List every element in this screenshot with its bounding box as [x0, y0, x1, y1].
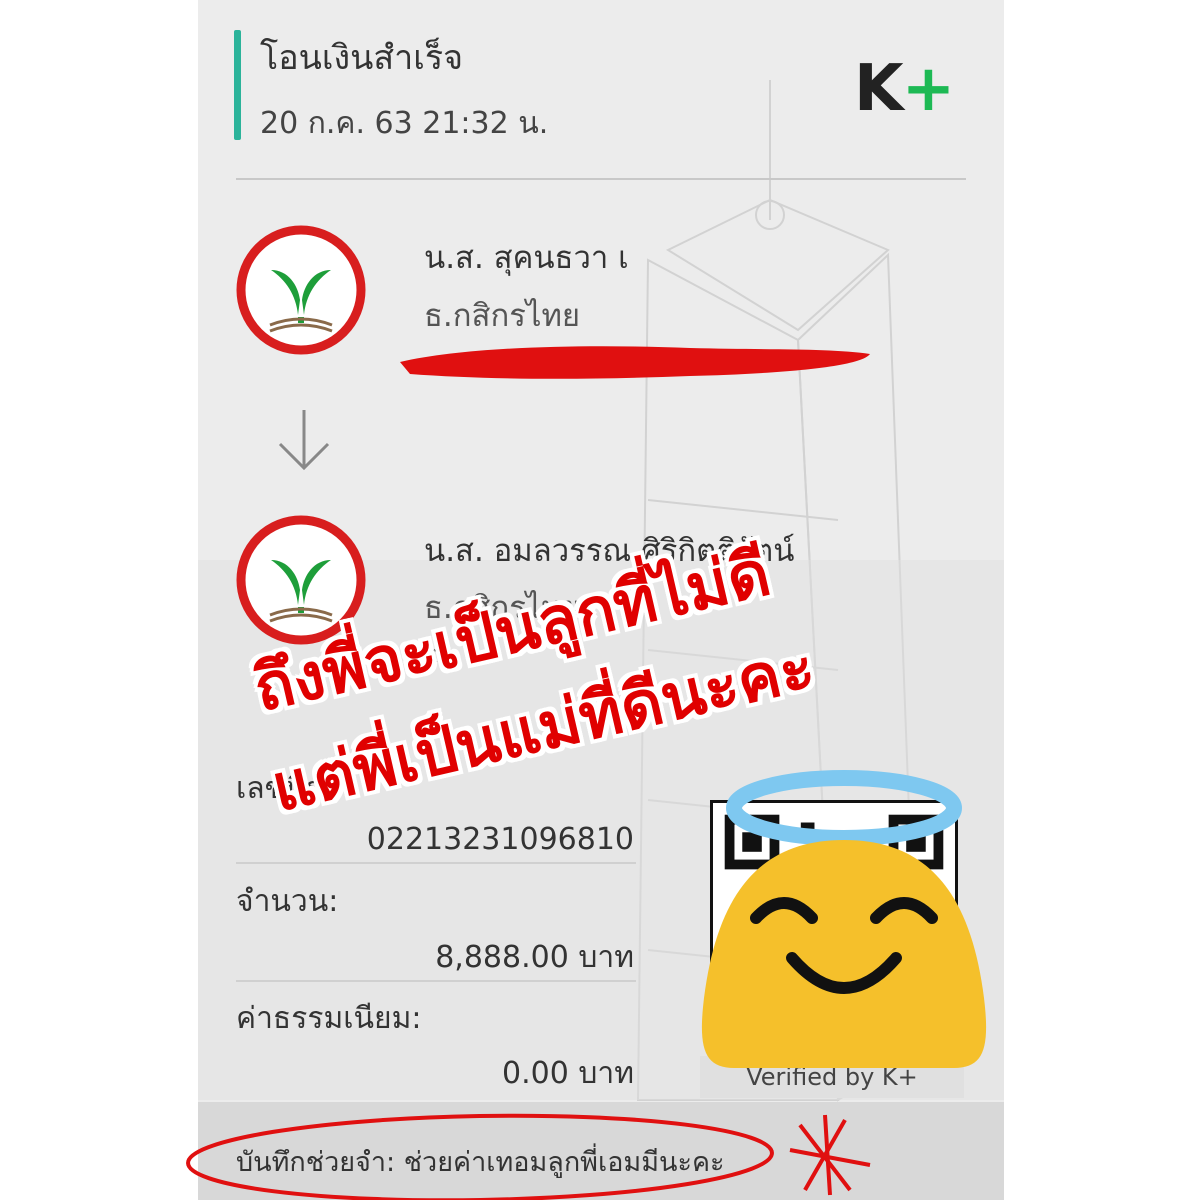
row-divider	[236, 862, 636, 864]
header-divider	[236, 178, 966, 180]
smiling-angel-emoji	[701, 770, 987, 1068]
memo-text: บันทึกช่วยจำ: ช่วยค่าเทอมลูกพี่เอมมีนะคะ	[236, 1147, 725, 1178]
amount-label: จำนวน:	[236, 884, 339, 919]
amount-value: 8,888.00 บาท	[435, 940, 634, 975]
transfer-datetime: 20 ก.ค. 63 21:32 น.	[260, 106, 549, 141]
accent-bar	[234, 30, 241, 140]
brand-plus: +	[901, 52, 956, 126]
page-title: โอนเงินสำเร็จ	[260, 38, 464, 78]
sender-name: น.ส. สุคนธวา เ	[424, 240, 629, 276]
sender-bank: ธ.กสิกรไทย	[424, 298, 581, 334]
kplus-logo: K+	[854, 52, 956, 126]
row-divider	[236, 980, 636, 982]
arrow-down-icon	[278, 410, 330, 471]
reference-number: 02213231096810	[366, 822, 634, 857]
brand-k: K	[854, 52, 904, 126]
fee-label: ค่าธรรมเนียม:	[236, 1001, 422, 1036]
fee-value: 0.00 บาท	[502, 1056, 634, 1091]
kbank-logo-icon	[236, 225, 366, 355]
redaction-scribble	[400, 346, 870, 379]
